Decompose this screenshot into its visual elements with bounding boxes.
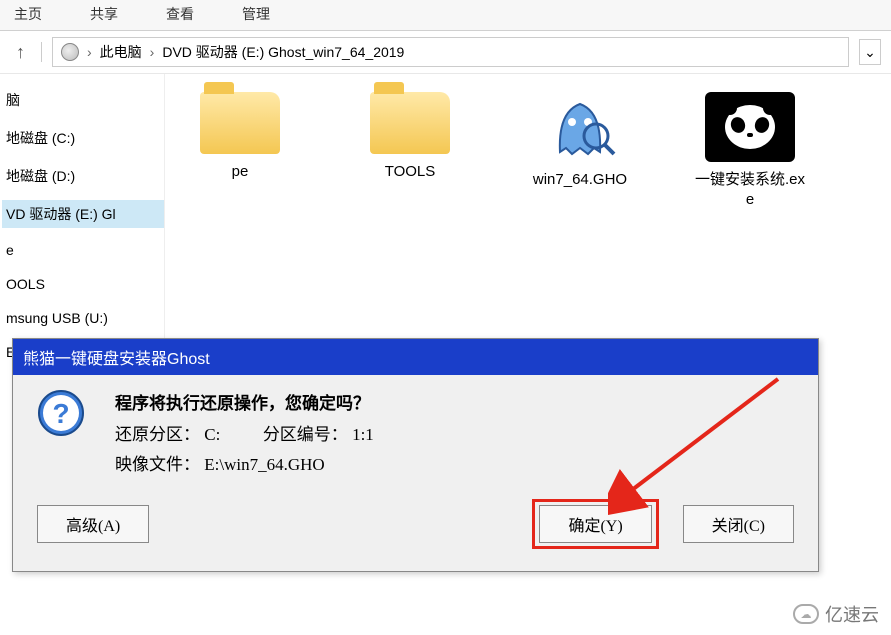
ok-button[interactable]: 确定(Y)	[539, 505, 651, 543]
dialog-title: 熊猫一键硬盘安装器Ghost	[13, 339, 818, 375]
svg-text:?: ?	[52, 398, 69, 429]
tab-home[interactable]: 主页	[10, 2, 46, 26]
ribbon-tabs: 主页 共享 查看 管理	[0, 0, 891, 31]
watermark: ☁ 亿速云	[793, 601, 879, 627]
watermark-text: 亿速云	[825, 601, 879, 627]
file-item-installer[interactable]: 一键安装系统.exe	[695, 92, 805, 209]
disc-icon	[61, 43, 79, 61]
file-label: win7_64.GHO	[525, 170, 635, 190]
confirm-dialog: 熊猫一键硬盘安装器Ghost ? 程序将执行还原操作，您确定吗？ 还原分区： C…	[12, 338, 819, 572]
partition-number-value: 1:1	[352, 425, 374, 444]
file-item-pe[interactable]: pe	[185, 92, 295, 182]
dialog-text: 程序将执行还原操作，您确定吗？ 还原分区： C: 分区编号： 1:1 映像文件：…	[115, 389, 794, 481]
folder-icon	[370, 92, 450, 154]
panda-icon	[705, 92, 795, 162]
file-label: pe	[185, 162, 295, 182]
tab-manage[interactable]: 管理	[238, 2, 274, 26]
ghost-icon	[540, 92, 620, 162]
cloud-icon: ☁	[793, 604, 819, 624]
tab-view[interactable]: 查看	[162, 2, 198, 26]
chevron-down-icon: ⌄	[864, 44, 876, 61]
image-file-value: E:\win7_64.GHO	[204, 455, 324, 474]
chevron-right-icon: ›	[85, 44, 94, 60]
tree-item[interactable]: 脑	[2, 86, 164, 114]
advanced-button[interactable]: 高级(A)	[37, 505, 149, 543]
tree-item[interactable]: 地磁盘 (C:)	[2, 124, 164, 152]
tree-item[interactable]: msung USB (U:)	[2, 306, 164, 330]
tree-item[interactable]: e	[2, 238, 164, 262]
tree-item-selected[interactable]: VD 驱动器 (E:) Gl	[2, 200, 164, 228]
question-icon: ?	[37, 389, 85, 437]
partition-number-label: 分区编号：	[263, 425, 348, 444]
tab-share[interactable]: 共享	[86, 2, 122, 26]
tree-item[interactable]: 地磁盘 (D:)	[2, 162, 164, 190]
crumb-dvd[interactable]: DVD 驱动器 (E:) Ghost_win7_64_2019	[162, 42, 404, 62]
crumb-this-pc[interactable]: 此电脑	[100, 42, 142, 62]
file-item-tools[interactable]: TOOLS	[355, 92, 465, 182]
restore-partition-label: 还原分区：	[115, 425, 200, 444]
chevron-right-icon: ›	[148, 44, 157, 60]
file-label: 一键安装系统.exe	[695, 170, 805, 209]
image-file-label: 映像文件：	[115, 455, 200, 474]
tree-item[interactable]: OOLS	[2, 272, 164, 296]
file-item-gho[interactable]: win7_64.GHO	[525, 92, 635, 190]
close-button[interactable]: 关闭(C)	[683, 505, 794, 543]
folder-icon	[200, 92, 280, 154]
breadcrumb[interactable]: › 此电脑 › DVD 驱动器 (E:) Ghost_win7_64_2019	[52, 37, 849, 67]
restore-partition-value: C:	[204, 425, 220, 444]
dialog-message: 程序将执行还原操作，您确定吗？	[115, 389, 794, 420]
nav-up-icon[interactable]: ↑	[10, 42, 31, 63]
address-dropdown[interactable]: ⌄	[859, 39, 881, 65]
address-bar: ↑ › 此电脑 › DVD 驱动器 (E:) Ghost_win7_64_201…	[0, 31, 891, 74]
ok-button-highlight: 确定(Y)	[532, 499, 658, 549]
separator	[41, 42, 42, 62]
file-label: TOOLS	[355, 162, 465, 182]
